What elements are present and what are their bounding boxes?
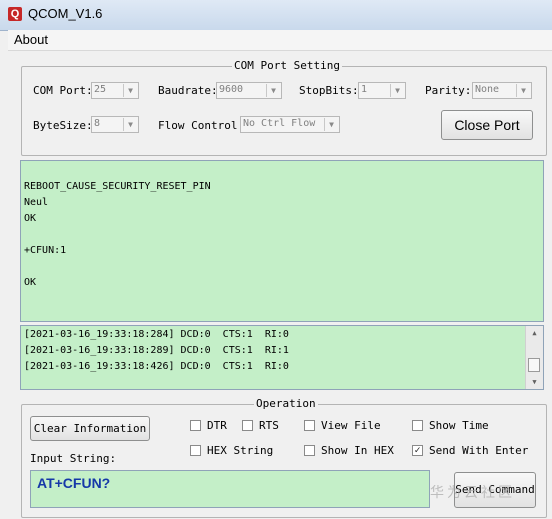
- input-string-label: Input String:: [30, 452, 117, 465]
- bytesize-label: ByteSize:: [33, 119, 93, 132]
- show-time-label: Show Time: [429, 419, 489, 432]
- com-port-label: COM Port:: [33, 84, 93, 97]
- dtr-label: DTR: [207, 419, 227, 432]
- chevron-down-icon: ▼: [324, 118, 338, 131]
- parity-select[interactable]: None ▼: [472, 82, 532, 99]
- app-logo-icon: Q: [8, 7, 22, 21]
- chevron-down-icon: ▼: [390, 84, 404, 97]
- baudrate-select[interactable]: 9600 ▼: [216, 82, 282, 99]
- com-port-value: 25: [94, 84, 107, 95]
- dtr-checkbox[interactable]: [190, 420, 201, 431]
- scroll-thumb[interactable]: [528, 358, 540, 372]
- hex-string-label: HEX String: [207, 444, 274, 457]
- send-with-enter-label: Send With Enter: [429, 444, 529, 457]
- rts-label: RTS: [259, 419, 279, 432]
- log-line: OK: [24, 277, 37, 288]
- menu-about[interactable]: About: [14, 32, 48, 47]
- menu-bar: About: [8, 30, 552, 51]
- com-port-select[interactable]: 25 ▼: [91, 82, 139, 99]
- receive-text-area[interactable]: REBOOT_CAUSE_SECURITY_RESET_PIN Neul OK +CF…: [20, 160, 544, 322]
- chevron-down-icon: ▼: [123, 118, 137, 131]
- view-file-checkbox[interactable]: [304, 420, 315, 431]
- scroll-down-icon[interactable]: ▼: [526, 375, 543, 389]
- log-line: OK: [24, 213, 37, 224]
- watermark-text: 华为云社区: [430, 485, 515, 501]
- show-in-hex-checkbox[interactable]: [304, 445, 315, 456]
- show-time-checkbox[interactable]: [412, 420, 423, 431]
- log-line: +CFUN:1: [24, 245, 67, 256]
- hex-string-checkbox[interactable]: [190, 445, 201, 456]
- close-port-button[interactable]: Close Port: [441, 110, 533, 140]
- clear-information-button[interactable]: Clear Information: [30, 416, 150, 441]
- input-string-value: AT+CFUN?: [37, 475, 111, 491]
- flow-control-select[interactable]: No Ctrl Flow ▼: [240, 116, 340, 133]
- status-scrollbar[interactable]: ▲ ▼: [525, 326, 543, 389]
- log-line: [2021-03-16_19:33:18:426] DCD:0 CTS:1 RI…: [24, 361, 289, 372]
- stopbits-value: 1: [361, 84, 368, 95]
- stopbits-select[interactable]: 1 ▼: [358, 82, 406, 99]
- bytesize-value: 8: [94, 118, 101, 129]
- input-string-field[interactable]: AT+CFUN?: [30, 470, 430, 508]
- parity-value: None: [475, 84, 500, 95]
- send-with-enter-checkbox[interactable]: ✓: [412, 445, 423, 456]
- log-line: Neul: [24, 197, 49, 208]
- show-in-hex-label: Show In HEX: [321, 444, 394, 457]
- log-line: [2021-03-16_19:33:18:284] DCD:0 CTS:1 RI…: [24, 329, 289, 340]
- view-file-label: View File: [321, 419, 381, 432]
- chevron-down-icon: ▼: [123, 84, 137, 97]
- status-text-area[interactable]: [2021-03-16_19:33:18:284] DCD:0 CTS:1 RI…: [20, 325, 544, 390]
- log-line: REBOOT_CAUSE_SECURITY_RESET_PIN: [24, 181, 211, 192]
- window-title: QCOM_V1.6: [28, 6, 103, 21]
- scroll-up-icon[interactable]: ▲: [526, 326, 543, 340]
- stopbits-label: StopBits:: [299, 84, 359, 97]
- parity-label: Parity:: [425, 84, 472, 97]
- baudrate-label: Baudrate:: [158, 84, 218, 97]
- flow-control-label: Flow Control:: [158, 119, 245, 132]
- bytesize-select[interactable]: 8 ▼: [91, 116, 139, 133]
- baudrate-value: 9600: [219, 84, 244, 95]
- operation-label: Operation: [254, 397, 318, 410]
- title-bar: Q QCOM_V1.6: [0, 0, 552, 31]
- flow-control-value: No Ctrl Flow: [243, 118, 316, 129]
- rts-checkbox[interactable]: [242, 420, 253, 431]
- log-line: [2021-03-16_19:33:18:289] DCD:0 CTS:1 RI…: [24, 345, 289, 356]
- com-port-setting-label: COM Port Setting: [232, 59, 342, 72]
- chevron-down-icon: ▼: [516, 84, 530, 97]
- chevron-down-icon: ▼: [266, 84, 280, 97]
